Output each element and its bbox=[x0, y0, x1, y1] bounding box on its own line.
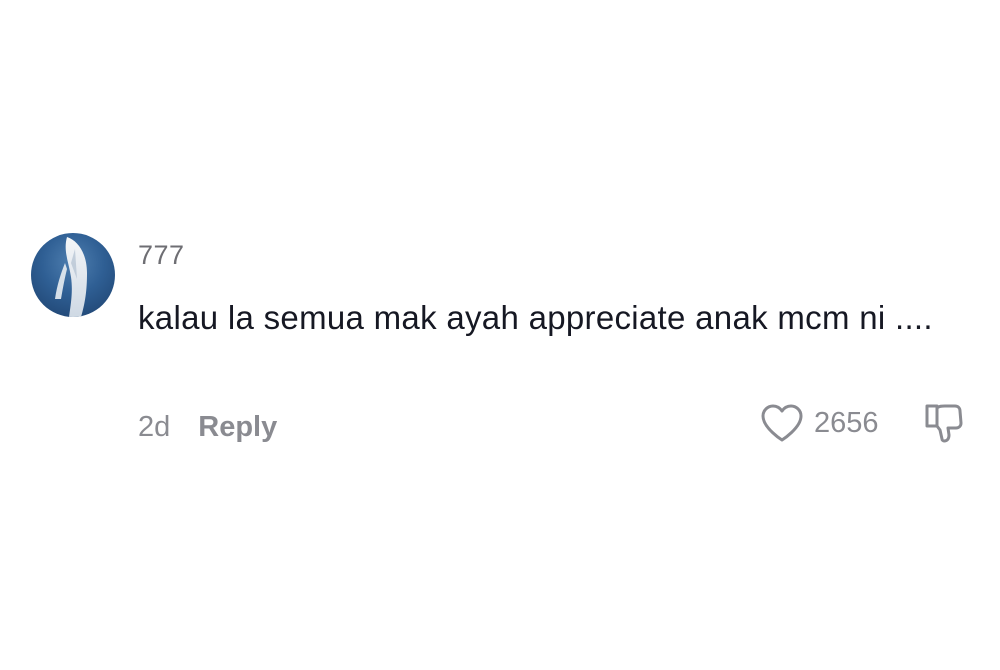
avatar-image bbox=[55, 237, 87, 317]
reply-button[interactable]: Reply bbox=[198, 407, 277, 447]
comment-timestamp: 2d bbox=[138, 411, 171, 443]
username[interactable]: 777 bbox=[138, 238, 185, 272]
avatar[interactable] bbox=[31, 233, 115, 317]
dislike-button[interactable] bbox=[918, 400, 968, 446]
comment-text: kalau la semua mak ayah appreciate anak … bbox=[138, 299, 933, 336]
heart-outline-icon bbox=[761, 404, 803, 442]
comment-meta: 2d Reply bbox=[138, 407, 277, 447]
thumbs-down-outline-icon bbox=[925, 404, 963, 443]
like-count: 2656 bbox=[814, 406, 879, 439]
like-button[interactable]: 2656 bbox=[760, 400, 879, 446]
comment-item: 777 kalau la semua mak ayah appreciate a… bbox=[0, 0, 1000, 670]
